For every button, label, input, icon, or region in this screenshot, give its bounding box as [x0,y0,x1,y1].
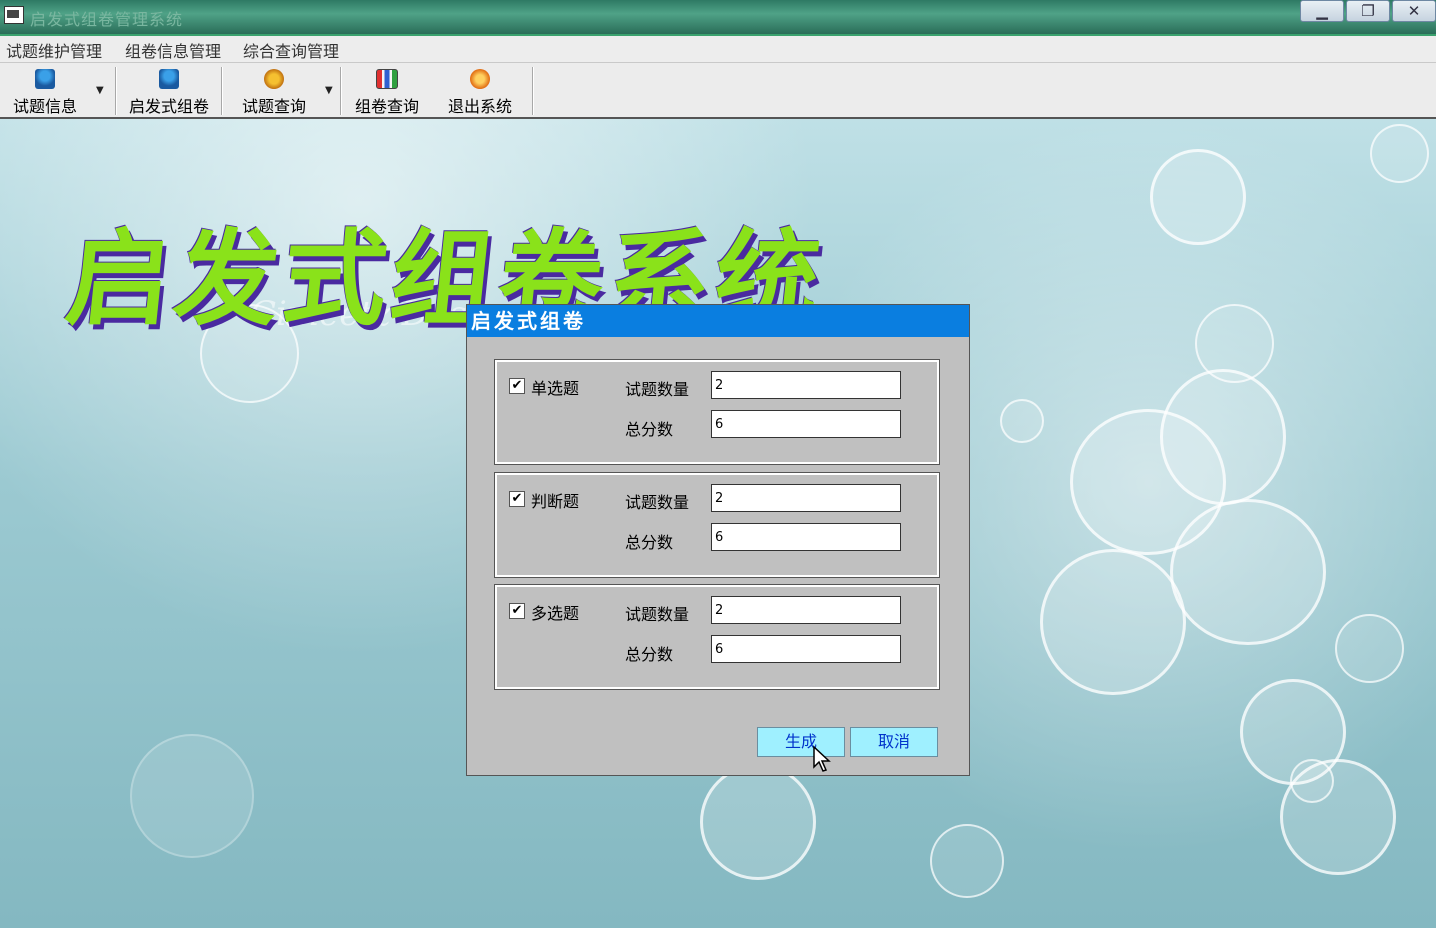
flower-decoration [1150,149,1246,245]
count-label: 试题数量 [625,605,690,624]
bubble-decoration [930,824,1004,898]
count-field[interactable] [711,484,901,512]
title-bar: 启发式组卷管理系统 ▁ ❐ ✕ [0,0,1436,36]
score-field[interactable] [711,410,901,438]
power-icon [470,69,490,89]
checkbox-true-false[interactable]: ✔ [509,491,525,507]
cancel-button[interactable]: 取消 [850,727,938,757]
checkbox-multiple-choice[interactable]: ✔ [509,603,525,619]
toolbar-question-info-button[interactable]: 试题信息 [8,63,82,117]
toolbar-paper-query-button[interactable]: 组卷查询 [350,63,424,117]
toolbar-label: 试题查询 [241,97,306,116]
dialog-title: 启发式组卷 [467,305,969,337]
chevron-down-icon[interactable]: ▼ [96,85,104,96]
flower-decoration [1170,499,1326,645]
window-controls: ▁ ❐ ✕ [1298,0,1436,22]
score-field[interactable] [711,635,901,663]
score-label: 总分数 [625,533,674,552]
toolbar-heuristic-paper-button[interactable]: 启发式组卷 [124,63,214,117]
toolbar-separator [532,67,534,115]
gear-icon [264,69,284,89]
user-icon [35,69,55,89]
section-label: 多选题 [531,604,580,623]
bubble-decoration [1370,124,1429,183]
score-field[interactable] [711,523,901,551]
minimize-icon[interactable]: ▁ [1300,0,1344,22]
window-title: 启发式组卷管理系统 [30,10,184,29]
count-label: 试题数量 [625,493,690,512]
bubble-decoration [1000,399,1044,443]
compose-paper-dialog: 启发式组卷 ✔ 单选题 试题数量 总分数 ✔ 判断题 试题数量 总分数 ✔ 多选… [466,304,970,776]
checkbox-single-choice[interactable]: ✔ [509,378,525,394]
flower-decoration [1280,759,1396,875]
flower-decoration [1040,549,1186,695]
toolbar-separator [221,67,223,115]
section-label: 判断题 [531,492,580,511]
toolbar-label: 试题信息 [12,97,77,116]
toolbar-label: 启发式组卷 [128,97,209,116]
flower-decoration [700,764,816,880]
count-field[interactable] [711,371,901,399]
toolbar: 试题信息 ▼ 启发式组卷 试题查询 ▼ 组卷查询 退出系统 [0,63,1436,119]
count-label: 试题数量 [625,380,690,399]
toolbar-exit-button[interactable]: 退出系统 [443,63,517,117]
flower-decoration [1160,369,1286,505]
toolbar-question-query-button[interactable]: 试题查询 [237,63,311,117]
toolbar-separator [115,67,117,115]
user-icon [159,69,179,89]
bubble-decoration [130,734,254,858]
restore-icon[interactable]: ❐ [1346,0,1390,22]
menu-query[interactable]: 综合查询管理 [243,38,339,62]
section-label: 单选题 [531,379,580,398]
menu-question-maintenance[interactable]: 试题维护管理 [6,38,102,62]
menu-bar: 试题维护管理 组卷信息管理 综合查询管理 [0,36,1436,63]
toolbar-separator [340,67,342,115]
toolbar-label: 退出系统 [447,97,512,116]
section-single-choice: ✔ 单选题 试题数量 总分数 [494,359,940,465]
toolbar-label: 组卷查询 [354,97,419,116]
score-label: 总分数 [625,420,674,439]
close-icon[interactable]: ✕ [1392,0,1436,22]
chart-icon [376,69,398,89]
mouse-cursor-icon [813,745,831,772]
count-field[interactable] [711,596,901,624]
score-label: 总分数 [625,645,674,664]
bubble-decoration [1335,614,1404,683]
menu-paper-info[interactable]: 组卷信息管理 [125,38,221,62]
chevron-down-icon[interactable]: ▼ [325,85,333,96]
app-icon [4,6,24,24]
section-true-false: ✔ 判断题 试题数量 总分数 [494,472,940,578]
section-multiple-choice: ✔ 多选题 试题数量 总分数 [494,584,940,690]
